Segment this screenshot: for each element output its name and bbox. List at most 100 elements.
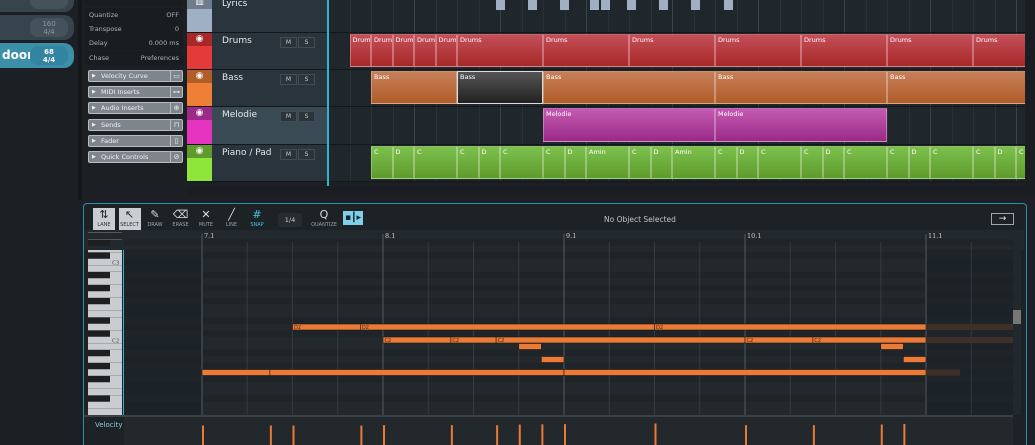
clip[interactable]: Bass xyxy=(457,71,543,104)
section-curve[interactable]: Velocity Curve ▭ xyxy=(88,70,183,82)
velocity-bar[interactable] xyxy=(383,425,385,445)
section-fader[interactable]: Fader ▯ xyxy=(88,134,183,147)
clip[interactable]: Amin xyxy=(672,146,715,179)
clip[interactable]: C xyxy=(414,146,457,179)
velocity-bar[interactable] xyxy=(654,423,657,445)
lyric-event[interactable] xyxy=(723,0,733,10)
track-lane[interactable]: DrumsDrumsDrumsDrumsDrumsDrumsDrumsDrums… xyxy=(328,33,1025,70)
clip[interactable]: D xyxy=(908,146,930,179)
section-midi-insert[interactable]: MIDI Inserts ⊶ xyxy=(88,86,183,99)
midi-note[interactable] xyxy=(563,369,927,376)
clip[interactable]: Drums xyxy=(414,34,436,67)
note-label[interactable]: D2 xyxy=(656,325,663,331)
ghost-note[interactable] xyxy=(926,369,960,376)
velocity-bar[interactable] xyxy=(496,425,499,445)
lyric-event[interactable] xyxy=(527,0,537,10)
clip[interactable]: D xyxy=(650,146,672,179)
song-item[interactable]: 160 4/4 xyxy=(0,15,74,40)
clip[interactable]: C xyxy=(500,146,543,179)
clip[interactable]: Drums xyxy=(392,34,414,67)
track-header[interactable]: ◉ Melodie M S xyxy=(187,107,327,145)
song-item[interactable]: door 68 4/4 xyxy=(0,43,74,68)
velocity-bar[interactable] xyxy=(202,425,204,445)
clip[interactable]: C xyxy=(629,146,651,179)
clip[interactable]: Drums xyxy=(715,34,801,67)
velocity-bar[interactable] xyxy=(269,425,272,445)
lyric-event[interactable] xyxy=(691,0,701,10)
inspector-row[interactable]: Quantize OFF xyxy=(85,8,183,22)
clip[interactable]: C xyxy=(801,146,823,179)
clip[interactable]: Drums xyxy=(371,34,393,67)
midi-note[interactable] xyxy=(880,343,904,350)
note-label[interactable]: D2 xyxy=(362,325,369,331)
mute-button[interactable]: M xyxy=(280,37,297,48)
midi-note[interactable] xyxy=(495,336,746,344)
midi-note[interactable] xyxy=(518,343,542,350)
midi-note[interactable] xyxy=(269,369,565,376)
track-header[interactable]: ◉ Bass M S xyxy=(187,70,327,107)
clip[interactable]: C xyxy=(457,146,479,179)
clip[interactable]: Bass xyxy=(371,71,457,104)
track-header[interactable]: ◉ Drums M S xyxy=(187,33,327,70)
section-sends[interactable]: Sends ⊓ xyxy=(88,118,183,131)
lyric-event[interactable] xyxy=(590,0,600,10)
lyric-event[interactable] xyxy=(560,0,570,10)
section-quick-controls[interactable]: Quick Controls ⊘ xyxy=(88,151,183,163)
note-label[interactable]: C2 xyxy=(452,338,459,344)
midi-note[interactable] xyxy=(903,356,927,363)
arrange-hscroll[interactable] xyxy=(187,186,1027,196)
follow-button[interactable]: ▪┃▸ xyxy=(343,211,363,225)
clip[interactable]: C xyxy=(758,146,801,179)
note-label[interactable]: C2 xyxy=(814,338,821,344)
ghost-note[interactable] xyxy=(926,324,1014,330)
next-button[interactable]: → xyxy=(991,213,1014,225)
note-label[interactable]: C2 xyxy=(747,338,754,344)
track-header[interactable]: ▥ Lyrics xyxy=(187,0,327,33)
velocity-bar[interactable] xyxy=(903,423,906,445)
editor-vscroll[interactable] xyxy=(1013,250,1021,415)
section-audio-insert[interactable]: Audio Inserts ⊕ xyxy=(88,102,183,115)
mute-button[interactable]: M xyxy=(280,74,297,85)
midi-note[interactable] xyxy=(744,336,814,344)
track-lane[interactable]: C D C C D C C D Amin C D Amin C D C C D C C D C C D C xyxy=(328,145,1025,182)
mute-button[interactable]: M xyxy=(280,111,297,122)
velocity-bar[interactable] xyxy=(541,424,544,445)
clip[interactable]: Drums xyxy=(973,34,1025,67)
quantize-button[interactable]: Q QUANTIZE xyxy=(309,208,339,230)
midi-note[interactable] xyxy=(812,336,927,344)
velocity-bar[interactable] xyxy=(450,425,453,445)
solo-button[interactable]: S xyxy=(298,111,315,122)
clip[interactable]: Drums xyxy=(435,34,457,67)
velocity-bar[interactable] xyxy=(518,424,521,445)
clip[interactable]: C xyxy=(543,146,565,179)
lyric-event[interactable] xyxy=(659,0,669,10)
tool-lane[interactable]: ⇅ LANE xyxy=(93,208,115,230)
velocity-bar[interactable] xyxy=(745,425,747,445)
clip[interactable]: D xyxy=(736,146,758,179)
note-label[interactable]: C2 xyxy=(498,338,505,344)
midi-note[interactable] xyxy=(292,323,361,331)
track-header[interactable]: ◉ Piano / Pad M S xyxy=(187,145,327,182)
midi-note[interactable] xyxy=(654,323,927,331)
midi-note[interactable] xyxy=(360,323,655,331)
clip[interactable]: D xyxy=(478,146,500,179)
clip[interactable]: Melodie xyxy=(715,108,887,142)
clip[interactable]: Drums xyxy=(629,34,715,67)
lyric-event[interactable] xyxy=(626,0,636,10)
inspector-row[interactable]: Delay 0.000 ms xyxy=(85,36,183,50)
solo-button[interactable]: S xyxy=(298,37,315,48)
solo-button[interactable]: S xyxy=(298,74,315,85)
mute-button[interactable]: M xyxy=(280,149,297,160)
velocity-bar[interactable] xyxy=(360,425,363,445)
clip[interactable]: D xyxy=(994,146,1016,179)
clip[interactable]: Drums xyxy=(887,34,973,67)
clip[interactable]: Bass xyxy=(543,71,715,104)
clip[interactable]: Bass xyxy=(715,71,887,104)
clip[interactable]: Amin xyxy=(586,146,629,179)
clip[interactable]: C xyxy=(371,146,393,179)
velocity-bar[interactable] xyxy=(564,424,566,445)
clip[interactable]: C xyxy=(973,146,995,179)
clip[interactable]: D xyxy=(822,146,844,179)
track-lane[interactable]: Bass Bass Bass Bass Bass xyxy=(328,70,1025,107)
velocity-bar[interactable] xyxy=(292,425,295,445)
